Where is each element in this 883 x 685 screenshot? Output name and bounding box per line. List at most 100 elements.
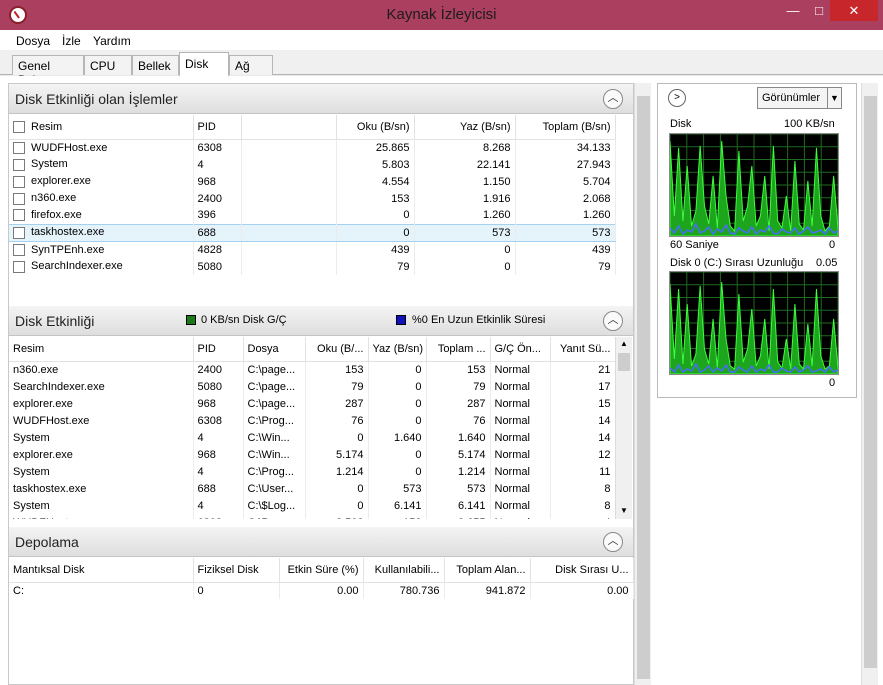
process-checkbox[interactable] [13,243,25,256]
menu-bar: Dosya İzle Yardım [0,30,883,50]
table-row[interactable]: explorer.exe 968 C:\page... 287 0 287 Normal 15 [9,395,615,412]
pid-cell: 4 [193,156,242,173]
pid-cell: 6308 [193,412,244,429]
disk-graph [669,133,839,237]
table-row[interactable]: SynTPEnh.exe 4828 439 0 439 [9,241,616,258]
scroll-up-icon[interactable]: ▲ [616,337,632,351]
menu-help[interactable]: Yardım [93,34,131,48]
process-checkbox[interactable] [13,260,25,273]
left-pane-scrollbar[interactable] [634,83,651,685]
table-row[interactable]: n360.exe 2400 153 1.916 2.068 [9,190,616,207]
menu-file[interactable]: Dosya [16,34,50,48]
table-row[interactable]: System 4 C:\$Log... 0 6.141 6.141 Normal 8 [9,497,615,514]
total-cell: 6.141 [426,497,491,514]
table-row[interactable]: taskhostex.exe 688 C:\User... 0 573 573 Normal… [9,480,615,497]
col-blank[interactable] [241,115,337,140]
table-row[interactable]: explorer.exe 968 C:\Win... 5.174 0 5.174 Norma… [9,446,615,463]
scrollbar-thumb[interactable] [864,96,877,668]
col-pid[interactable]: PID [193,115,242,140]
file-cell: C:\page... [243,378,306,395]
process-checkbox[interactable] [13,226,25,239]
select-all-checkbox[interactable] [13,120,25,133]
total-cell: 5.704 [515,173,616,190]
close-button[interactable]: ✕ [830,0,878,21]
col-write[interactable]: Yaz (B/sn) [414,115,516,140]
table-row[interactable]: WUDFHost.exe6308C:\Prog...2.5021532.655N… [9,514,615,519]
collapse-up-icon[interactable]: ︿ [603,89,623,109]
tab-memory[interactable]: Bellek [132,55,179,75]
process-name: WUDFHost.exe [31,141,108,154]
col-available[interactable]: Kullanılabili... [363,558,445,583]
table-row[interactable]: taskhostex.exe 688 0 573 573 [9,223,616,242]
process-checkbox[interactable] [13,209,25,222]
table-row[interactable]: C: 0 0.00 780.736 941.872 0.00 [9,582,634,599]
col-queue-length[interactable]: Disk Sırası U... [530,558,634,583]
col-io-priority[interactable]: G/Ç Ön... [490,337,551,362]
process-name: explorer.exe [31,175,91,188]
col-write[interactable]: Yaz (B/sn) [368,337,427,362]
maximize-button[interactable]: □ [808,0,830,21]
minimize-button[interactable]: — [782,0,804,21]
chevron-down-icon[interactable]: ▼ [827,88,841,108]
col-read[interactable]: Oku (B/... [305,337,369,362]
process-checkbox[interactable] [13,158,25,171]
col-response-time[interactable]: Yanıt Sü... [550,337,615,362]
process-checkbox[interactable] [13,141,25,154]
process-checkbox[interactable] [13,175,25,188]
response-time-cell: 21 [550,361,615,378]
total-cell: 5.174 [426,446,491,463]
col-physical-disk[interactable]: Fiziksel Disk [193,558,280,583]
scrollbar-thumb[interactable] [618,353,630,371]
image-cell: WUDFHost.exe [9,412,194,429]
views-dropdown[interactable]: Görünümler ▼ [757,87,842,109]
blank-cell [241,139,337,156]
tab-network[interactable]: Ağ [229,55,273,75]
table-row[interactable]: explorer.exe 968 4.554 1.150 5.704 [9,173,616,190]
col-file[interactable]: Dosya [243,337,306,362]
scroll-down-icon[interactable]: ▼ [616,504,632,518]
storage-panel-header[interactable]: Depolama ︿ [9,527,633,557]
col-pid[interactable]: PID [193,337,244,362]
menu-monitor[interactable]: İzle [62,34,81,48]
collapse-up-icon[interactable]: ︿ [603,532,623,552]
col-logical-disk[interactable]: Mantıksal Disk [9,558,194,583]
right-pane-scrollbar[interactable] [861,83,878,685]
response-time-cell: 12 [550,446,615,463]
io-priority-cell: Normal [490,361,551,378]
table-row[interactable]: System 4 C:\Prog... 1.214 0 1.214 Normal 11 [9,463,615,480]
tab-disk[interactable]: Disk [179,52,229,76]
disk-graph-max: 100 KB/sn [784,118,835,130]
table-row[interactable]: SearchIndexer.exe 5080 C:\page... 79 0 79 Norm… [9,378,615,395]
col-read[interactable]: Oku (B/sn) [336,115,415,140]
col-active-time[interactable]: Etkin Süre (%) [279,558,364,583]
table-row[interactable]: WUDFHost.exe 6308 C:\Prog... 76 0 76 Normal 14 [9,412,615,429]
pid-cell: 6308 [193,514,244,519]
scrollbar-thumb[interactable] [637,96,650,679]
process-name: SearchIndexer.exe [31,260,123,273]
expand-right-icon[interactable]: > [668,89,686,107]
process-name-cell: explorer.exe [9,173,194,190]
activity-scrollbar[interactable]: ▲ ▼ [615,337,632,519]
col-total[interactable]: Toplam ... [426,337,491,362]
collapse-up-icon[interactable]: ︿ [603,311,623,331]
col-total[interactable]: Toplam (B/sn) [515,115,616,140]
table-row[interactable]: n360.exe 2400 C:\page... 153 0 153 Normal 21 [9,361,615,378]
table-row[interactable]: WUDFHost.exe 6308 25.865 8.268 34.133 [9,139,616,156]
table-row[interactable]: System 4 C:\Win... 0 1.640 1.640 Normal 14 [9,429,615,446]
tab-cpu[interactable]: CPU [84,55,132,75]
write-cell: 153 [368,514,427,519]
processes-panel-header[interactable]: Disk Etkinliği olan İşlemler ︿ [9,84,633,114]
blank-cell [241,241,337,258]
col-image[interactable]: Resim [9,337,194,362]
col-image[interactable]: Resim [9,115,194,140]
write-cell: 22.141 [414,156,516,173]
col-total-space[interactable]: Toplam Alan... [444,558,531,583]
table-row[interactable]: firefox.exe 396 0 1.260 1.260 [9,207,616,224]
process-checkbox[interactable] [13,192,25,205]
table-row[interactable]: System 4 5.803 22.141 27.943 [9,156,616,173]
table-row[interactable]: SearchIndexer.exe 5080 79 0 79 [9,258,616,275]
activity-panel-header[interactable]: Disk Etkinliği 0 KB/sn Disk G/Ç %0 En Uz… [9,306,633,336]
tab-overview[interactable]: Genel Bakış [12,55,84,87]
read-cell: 5.174 [305,446,369,463]
file-cell: C:\Prog... [243,412,306,429]
